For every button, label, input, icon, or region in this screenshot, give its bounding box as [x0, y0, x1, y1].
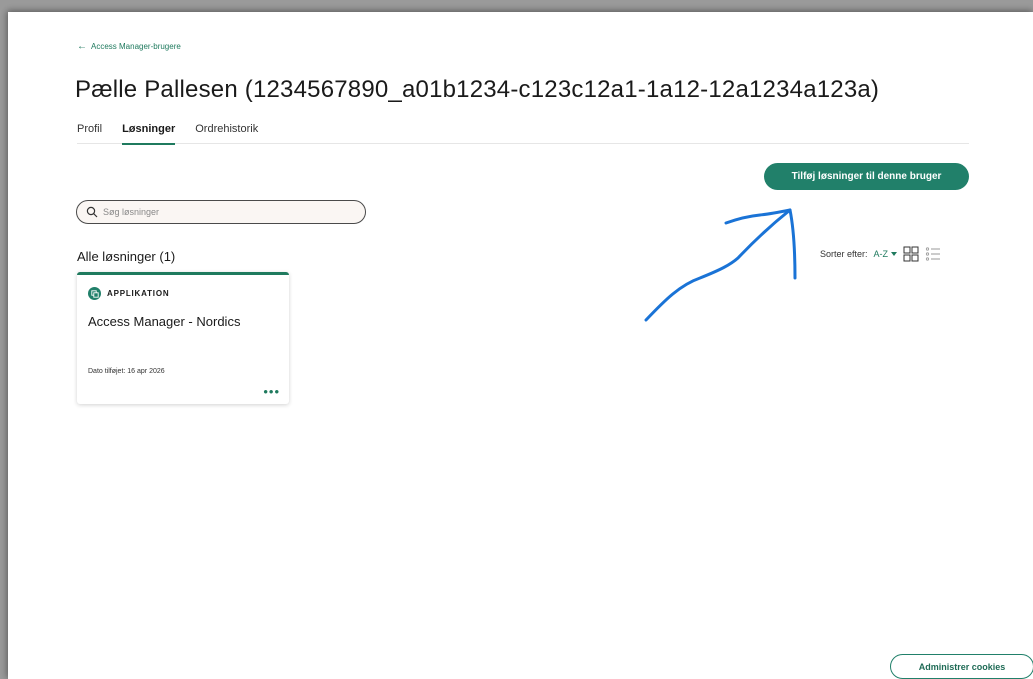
solution-card[interactable]: APPLIKATION Access Manager - Nordics Dat…	[77, 272, 289, 404]
grid-view-icon[interactable]	[903, 246, 919, 262]
card-date: Dato tilføjet: 16 apr 2026	[88, 368, 165, 375]
search-icon	[86, 206, 98, 218]
back-link[interactable]: ← Access Manager-brugere	[77, 40, 181, 52]
sort-dropdown[interactable]: A-Z	[874, 249, 898, 259]
tab-losninger[interactable]: Løsninger	[122, 122, 176, 145]
list-view-icon[interactable]	[925, 246, 941, 262]
sort-value: A-Z	[873, 249, 889, 259]
sort-controls: Sorter efter: A-Z	[820, 246, 941, 262]
arrow-left-icon: ←	[77, 40, 87, 52]
card-title: Access Manager - Nordics	[88, 314, 241, 329]
more-options-icon[interactable]: •••	[263, 385, 280, 398]
add-solutions-button[interactable]: Tilføj løsninger til denne bruger	[764, 163, 969, 190]
back-link-label: Access Manager-brugere	[91, 42, 181, 51]
application-icon	[88, 287, 101, 300]
card-badge-label: APPLIKATION	[107, 289, 170, 298]
manage-cookies-button[interactable]: Administrer cookies	[890, 654, 1033, 679]
tab-profil[interactable]: Profil	[77, 122, 102, 144]
app-window: ← Access Manager-brugere Pælle Pallesen …	[8, 12, 1033, 679]
tab-ordrehistorik[interactable]: Ordrehistorik	[195, 122, 258, 144]
tab-bar: Profil Løsninger Ordrehistorik	[77, 122, 969, 145]
search-input[interactable]	[103, 207, 343, 217]
caret-down-icon	[891, 252, 898, 256]
sort-label: Sorter efter:	[820, 249, 868, 259]
card-badge: APPLIKATION	[88, 287, 169, 300]
page-title: Pælle Pallesen (1234567890_a01b1234-c123…	[75, 76, 880, 103]
solutions-count-heading: Alle løsninger (1)	[77, 249, 176, 264]
search-box[interactable]	[76, 200, 366, 224]
